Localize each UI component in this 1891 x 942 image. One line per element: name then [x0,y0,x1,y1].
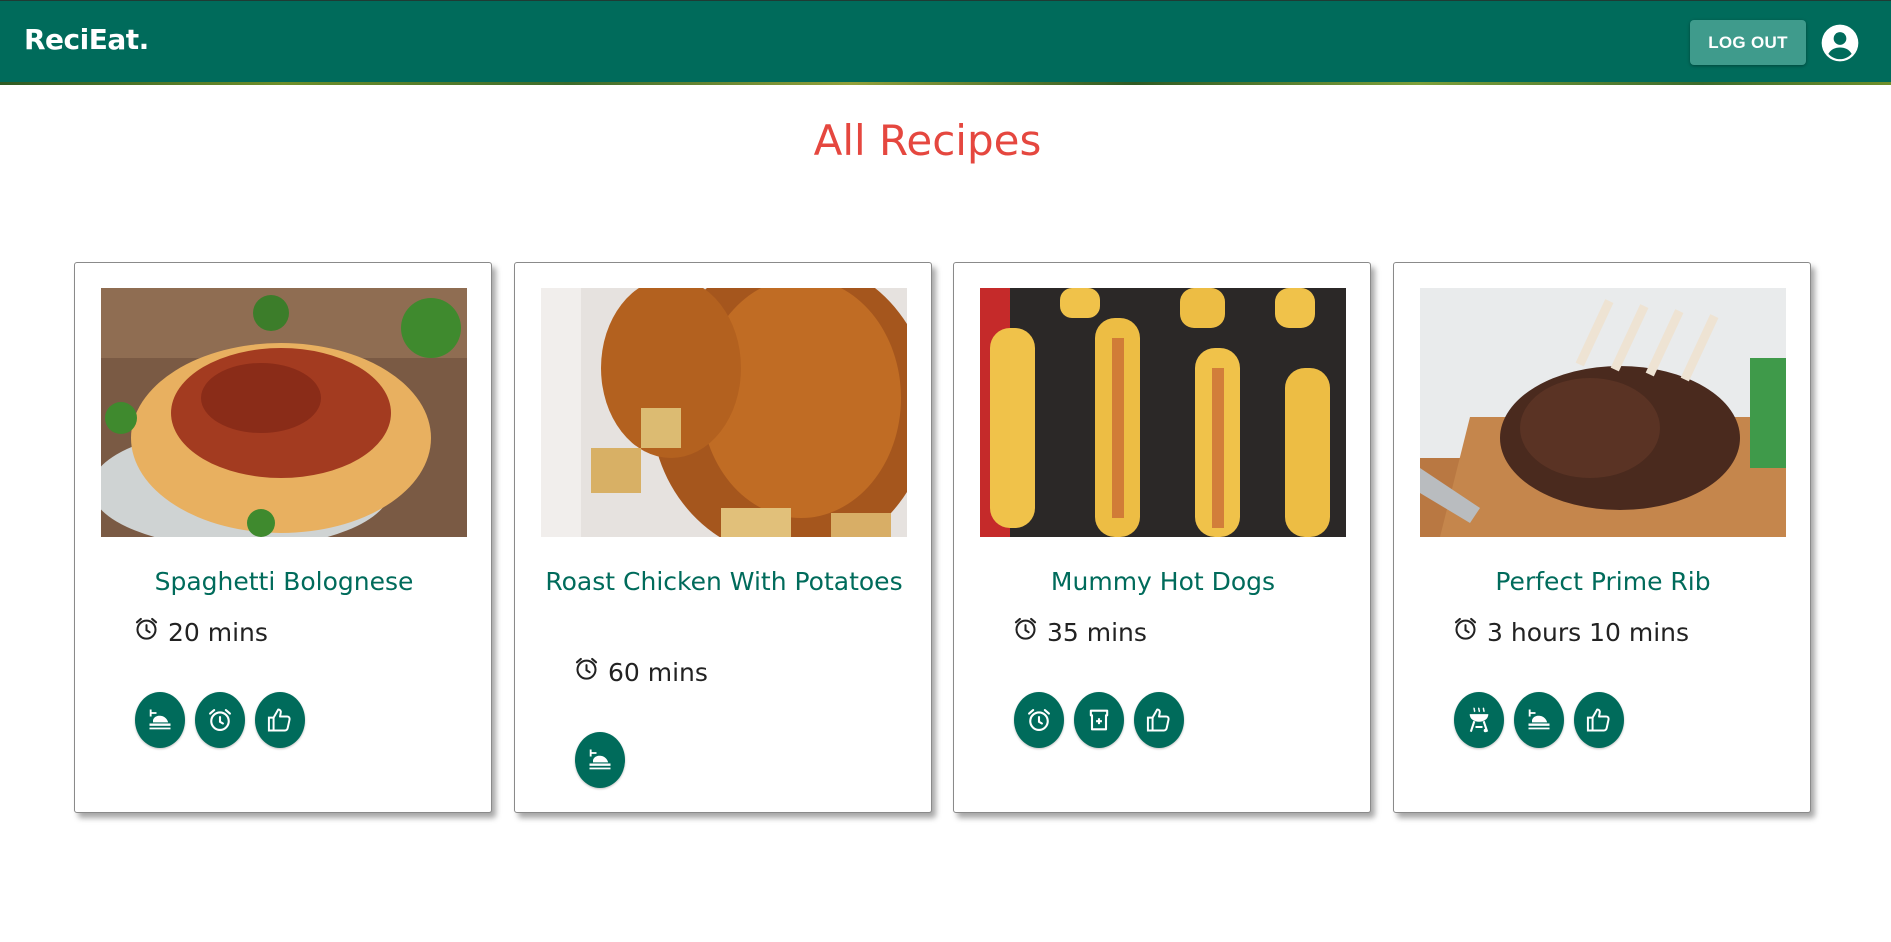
recipe-title[interactable]: Roast Chicken With Potatoes [545,562,903,602]
dinner-plate-icon[interactable] [575,732,625,788]
recipe-tags [135,692,305,748]
clock-icon [133,615,160,642]
recipe-time: 3 hours 10 mins [1452,618,1689,647]
clock-icon [573,655,600,682]
recipe-image[interactable] [1420,288,1786,537]
recipe-card[interactable]: Perfect Prime Rib 3 hours 10 mins [1393,262,1811,813]
recipe-tags [575,732,625,788]
roast-chicken-photo [541,288,907,537]
recipe-tags [1454,692,1624,748]
recipe-time: 60 mins [573,658,708,687]
recipe-image[interactable] [980,288,1346,537]
recipe-title[interactable]: Mummy Hot Dogs [984,562,1342,602]
clock-icon [1012,615,1039,642]
recipe-image[interactable] [101,288,467,537]
alarm-clock-icon[interactable] [195,692,245,748]
thumbs-up-icon[interactable] [1134,692,1184,748]
recipe-title[interactable]: Spaghetti Bolognese [105,562,463,602]
recipe-time: 20 mins [133,618,268,647]
mummy-hot-dogs-photo [980,288,1346,537]
clock-icon [1452,615,1479,642]
header-image-strip [0,82,1891,85]
recipe-tags [1014,692,1184,748]
recipe-image[interactable] [541,288,907,537]
thumbs-up-icon[interactable] [255,692,305,748]
page-title: All Recipes [813,116,1042,165]
prime-rib-photo [1420,288,1786,537]
recipe-time-label: 3 hours 10 mins [1487,618,1690,647]
thumbs-up-icon[interactable] [1574,692,1624,748]
dinner-plate-icon[interactable] [135,692,185,748]
recipe-time: 35 mins [1012,618,1147,647]
logout-button[interactable]: LOG OUT [1690,20,1806,65]
recipe-card[interactable]: Roast Chicken With Potatoes 60 mins [514,262,932,813]
recipe-title[interactable]: Perfect Prime Rib [1424,562,1782,602]
recipe-time-label: 35 mins [1047,618,1147,647]
dinner-plate-icon[interactable] [1514,692,1564,748]
recipe-card[interactable]: Spaghetti Bolognese 20 mins [74,262,492,813]
grill-icon[interactable] [1454,692,1504,748]
recipe-time-label: 20 mins [168,618,268,647]
alarm-clock-icon[interactable] [1014,692,1064,748]
spaghetti-bolognese-photo [101,288,467,537]
lunchbox-icon[interactable] [1074,692,1124,748]
recipe-card[interactable]: Mummy Hot Dogs 35 mins [953,262,1371,813]
recipe-time-label: 60 mins [608,658,708,687]
brand-logo[interactable]: ReciEat. [24,23,149,56]
top-app-bar: ReciEat. LOG OUT [0,0,1891,84]
account-circle-icon[interactable] [1820,23,1860,63]
